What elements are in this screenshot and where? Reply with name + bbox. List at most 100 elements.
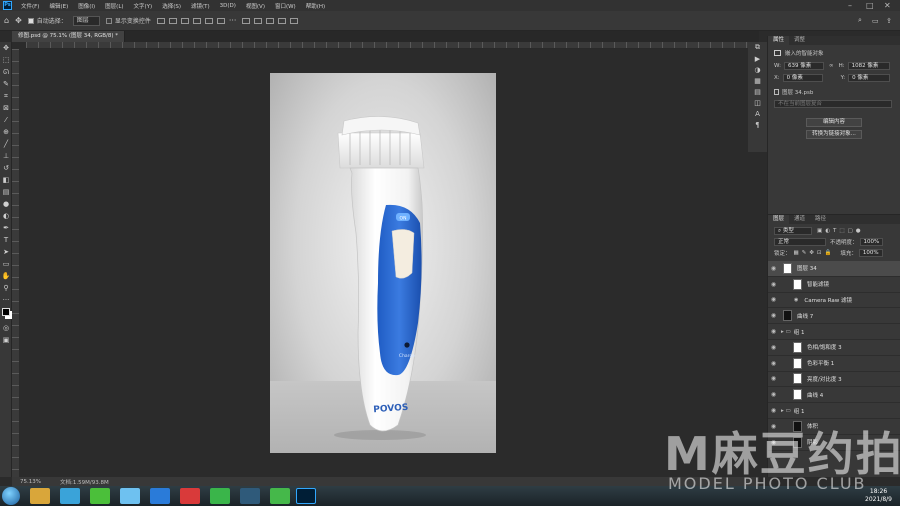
history-brush-icon[interactable]: ↺: [0, 162, 12, 174]
folder-icon[interactable]: ▸ ▭: [781, 329, 791, 335]
gradient-tool-icon[interactable]: ▤: [0, 186, 12, 198]
layer-row[interactable]: ◉ ▸ ▭ 组 1: [768, 324, 900, 340]
search-icon[interactable]: ⌕: [858, 16, 862, 25]
layer-comp-field[interactable]: 不在当前图层复合: [774, 100, 892, 108]
layer-row[interactable]: ◉ 色彩平衡 1: [768, 356, 900, 372]
netease-music-icon[interactable]: [180, 488, 200, 504]
visibility-eye-icon[interactable]: ◉: [768, 407, 779, 414]
auto-select-dropdown[interactable]: 图层: [72, 15, 100, 26]
align-bottom-icon[interactable]: [216, 17, 225, 24]
menu-edit[interactable]: 编辑(E): [44, 2, 73, 10]
convert-to-linked-button[interactable]: 转换为链接对象...: [806, 130, 862, 139]
menu-layer[interactable]: 图层(L): [100, 2, 128, 10]
tab-properties[interactable]: 属性: [768, 36, 790, 45]
edit-contents-button[interactable]: 编辑内容: [806, 118, 862, 127]
menu-file[interactable]: 文件(F): [16, 2, 44, 10]
pan-icon[interactable]: [266, 17, 275, 24]
visibility-eye-icon[interactable]: ◉: [768, 391, 779, 398]
visibility-eye-icon[interactable]: ◉: [768, 265, 779, 272]
blend-mode-dropdown[interactable]: 正常: [774, 238, 826, 246]
height-field[interactable]: 1082 像素: [847, 62, 890, 70]
more-options-icon[interactable]: ···: [229, 16, 237, 25]
frame-tool-icon[interactable]: ⊠: [0, 102, 12, 114]
lock-icons[interactable]: ▦✎✥⊡🔒: [794, 250, 835, 256]
menu-3d[interactable]: 3D(D): [215, 3, 241, 9]
minimize-icon[interactable]: –: [848, 0, 852, 11]
visibility-eye-icon[interactable]: ◉: [768, 312, 779, 319]
color-panel-icon[interactable]: ◑: [748, 64, 767, 75]
tab-adjustments[interactable]: 调整: [789, 36, 810, 45]
x-field[interactable]: 0 像素: [782, 74, 823, 82]
maximize-icon[interactable]: □: [866, 0, 874, 11]
marquee-tool-icon[interactable]: ⬚: [0, 54, 12, 66]
menu-type[interactable]: 文字(Y): [129, 2, 158, 10]
layer-row[interactable]: ◉ 色相/饱和度 3: [768, 340, 900, 356]
orbit-icon[interactable]: [254, 17, 263, 24]
home-icon[interactable]: ⌂: [4, 16, 9, 25]
menu-filter[interactable]: 滤镜(T): [186, 2, 215, 10]
type-tool-icon[interactable]: T: [0, 234, 12, 246]
menu-view[interactable]: 视图(V): [241, 2, 270, 10]
cinema-icon[interactable]: [240, 488, 260, 504]
more-tools-icon[interactable]: ···: [0, 294, 12, 306]
path-select-tool-icon[interactable]: ➤: [0, 246, 12, 258]
tab-channels[interactable]: 通道: [789, 215, 810, 224]
eyedropper-tool-icon[interactable]: ⁄: [0, 114, 12, 126]
filter-visibility-icon[interactable]: ◉: [794, 297, 798, 303]
move-tool-icon[interactable]: ✥: [0, 42, 12, 54]
auto-select-checkbox[interactable]: [27, 17, 34, 24]
layer-row[interactable]: ◉ ◉ Camera Raw 滤镜: [768, 293, 900, 309]
hand-tool-icon[interactable]: ✋: [0, 270, 12, 282]
media-player-icon[interactable]: [210, 488, 230, 504]
library-icon[interactable]: [60, 488, 80, 504]
share-icon[interactable]: ⇪: [886, 17, 892, 25]
align-top-icon[interactable]: [192, 17, 201, 24]
filter-kind-dropdown[interactable]: ⌕ 类型: [774, 227, 812, 235]
align-center-icon[interactable]: [168, 17, 177, 24]
stamp-tool-icon[interactable]: ⊥: [0, 150, 12, 162]
show-transform-checkbox[interactable]: [105, 17, 112, 24]
explorer-icon[interactable]: [30, 488, 50, 504]
visibility-eye-icon[interactable]: ◉: [768, 328, 779, 335]
folder-icon[interactable]: ▸ ▭: [781, 408, 791, 414]
y-field[interactable]: 0 像素: [848, 74, 891, 82]
photoshop-taskbar-icon[interactable]: [296, 488, 316, 504]
adjust-panel-icon[interactable]: ◫: [748, 97, 767, 108]
close-icon[interactable]: ✕: [884, 0, 891, 11]
blur-tool-icon[interactable]: ●: [0, 198, 12, 210]
dodge-tool-icon[interactable]: ◐: [0, 210, 12, 222]
layer-row[interactable]: ◉ 曲线 7: [768, 308, 900, 325]
visibility-eye-icon[interactable]: ◉: [768, 344, 779, 351]
photoshop-logo-icon[interactable]: Ps: [3, 1, 12, 10]
layer-row[interactable]: ◉ 曲线 4: [768, 387, 900, 404]
document-canvas[interactable]: ON Charge POVOS: [270, 73, 496, 453]
align-middle-icon[interactable]: [204, 17, 213, 24]
zoom-tool-icon[interactable]: ⚲: [0, 282, 12, 294]
zoom-level[interactable]: 75.13%: [20, 479, 50, 485]
layer-row[interactable]: ◉ ▸ ▭ 组 1: [768, 403, 900, 419]
pen-tool-icon[interactable]: ✒: [0, 222, 12, 234]
document-size[interactable]: 文档:1.59M/93.8M: [60, 478, 109, 486]
screen-mode-icon[interactable]: ▣: [0, 334, 12, 346]
scale-icon[interactable]: [290, 17, 299, 24]
visibility-eye-icon[interactable]: ◉: [768, 375, 779, 382]
lasso-tool-icon[interactable]: ᘏ: [0, 66, 12, 78]
opacity-field[interactable]: 100%: [859, 238, 884, 246]
wechat-icon[interactable]: [270, 488, 290, 504]
character-panel-icon[interactable]: A: [748, 108, 767, 119]
quick-mask-icon[interactable]: ◎: [0, 322, 12, 334]
brush-tool-icon[interactable]: ╱: [0, 138, 12, 150]
menu-window[interactable]: 窗口(W): [270, 2, 301, 10]
link-icon[interactable]: ∞: [829, 63, 834, 69]
paragraph-panel-icon[interactable]: ¶: [748, 119, 767, 130]
menu-help[interactable]: 帮助(H): [301, 2, 330, 10]
visibility-eye-icon[interactable]: ◉: [768, 296, 779, 303]
align-right-icon[interactable]: [180, 17, 189, 24]
swatches-panel-icon[interactable]: ▦: [748, 75, 767, 86]
history-panel-icon[interactable]: ⧉: [748, 42, 767, 53]
quick-select-tool-icon[interactable]: ✎: [0, 78, 12, 90]
tab-layers[interactable]: 图层: [768, 215, 790, 224]
fill-field[interactable]: 100%: [858, 249, 883, 257]
move-tool-icon[interactable]: ✥: [15, 16, 22, 25]
ie-icon[interactable]: [150, 488, 170, 504]
